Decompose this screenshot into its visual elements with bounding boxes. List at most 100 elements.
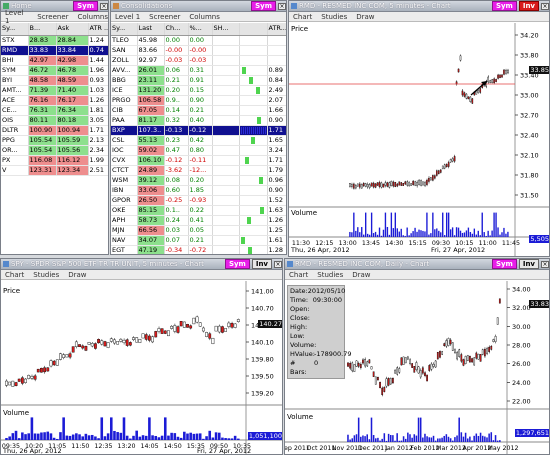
consol-row[interactable]: APH 58.73 0.24 0.41 1.26 (111, 215, 286, 226)
consol-row[interactable]: WSM 39.12 0.08 0.20 0.96 (111, 175, 286, 186)
spy-price-plot[interactable]: 141.00140.70140.40140.10139.80139.50139.… (1, 281, 283, 455)
quote-row[interactable]: BYI 48.58 48.59 0.93 (1, 75, 108, 86)
quote-row[interactable]: PPG 105.54 105.59 2.13 (1, 135, 108, 146)
quote-row[interactable]: AMT... 71.39 71.40 1.03 (1, 85, 108, 96)
menu-columns[interactable]: Columns (189, 13, 219, 21)
menu-level1[interactable]: Level 1 (115, 13, 140, 21)
tooltip-key: HValue: (290, 350, 315, 358)
consol-row[interactable]: IOC 59.02 0.47 0.80 3.24 (111, 145, 286, 156)
quote-symbol: V (1, 165, 29, 176)
symbol-button[interactable]: Sym (491, 259, 517, 269)
quote-row[interactable]: ACE 76.16 76.17 1.26 (1, 95, 108, 106)
consol-row[interactable]: NAV 34.07 0.07 0.21 1.61 (111, 235, 286, 246)
consol-row[interactable]: CSL 55.13 0.23 0.42 1.65 (111, 135, 286, 146)
menu-columns[interactable]: Columns (78, 13, 108, 21)
spy-chart-area[interactable]: Price 141.00140.70140.40140.10139.80139.… (1, 281, 283, 455)
volume-bar (469, 231, 472, 237)
symbol-button[interactable]: Sym (251, 1, 276, 11)
col-symbol[interactable]: Sy... (111, 23, 138, 36)
invert-button[interactable]: Inv (251, 259, 272, 269)
close-icon[interactable]: × (278, 2, 286, 10)
quote-row[interactable]: V 123.31 123.34 2.51 (1, 165, 108, 176)
volume-bar (33, 433, 37, 440)
menu-draw[interactable]: Draw (356, 13, 374, 21)
consol-row[interactable]: ZOLL 92.97 -0.03 -0.03 (111, 55, 286, 66)
consol-titlebar[interactable]: Consolidations Sym × (111, 1, 286, 12)
symbol-button[interactable]: Sym (224, 259, 250, 269)
rmd5-titlebar[interactable]: RMD - RESMED INC COM, 5 minutes - Chart … (289, 1, 549, 12)
col-sh[interactable]: SH... (212, 23, 240, 36)
volume-bar (392, 435, 394, 442)
volume-bar (473, 228, 476, 237)
consol-row[interactable]: AVV... 26.01 0.06 0.31 0.89 (111, 65, 286, 76)
menu-studies[interactable]: Studies (33, 271, 59, 279)
consol-row[interactable]: OKE 85.15 0.1.. 0.22 1.63 (111, 205, 286, 216)
menu-chart[interactable]: Chart (289, 271, 308, 279)
close-icon[interactable]: × (100, 2, 108, 10)
consol-row[interactable]: BXP 107.3.. -0.13 -0.12 1.71 (111, 125, 286, 136)
invert-button[interactable]: Inv (518, 1, 539, 11)
symbol-button[interactable]: Sym (73, 1, 98, 11)
tooltip-row: # Bars: 0 (290, 359, 342, 377)
rmdd-titlebar[interactable]: RMD - RESMED INC COM, Daily - Chart Sym … (285, 259, 549, 270)
menu-studies[interactable]: Studies (317, 271, 343, 279)
quote-row[interactable]: STX 28.83 28.84 1.24 (1, 35, 108, 46)
col-last[interactable]: Last (137, 23, 165, 36)
menu-screener[interactable]: Screener (149, 13, 180, 21)
quote-row[interactable]: SYM 46.72 46.78 1.96 (1, 65, 108, 76)
candle (205, 332, 208, 337)
consol-row[interactable]: GPOR 26.50 -0.25 -0.93 1.52 (111, 195, 286, 206)
consol-row[interactable]: EGT 47.19 -0.34 -0.72 1.28 (111, 245, 286, 254)
col-atr[interactable]: ATR ... (88, 23, 108, 36)
menu-chart[interactable]: Chart (293, 13, 312, 21)
candle (353, 183, 355, 189)
col-atr[interactable]: ATR... (267, 23, 286, 36)
col-change[interactable]: Ch... (164, 23, 189, 36)
col-ask[interactable]: Ask (56, 23, 89, 36)
quote-row[interactable]: BHI 42.97 42.98 1.44 (1, 55, 108, 66)
rmdd-chart-area[interactable]: 34.0032.0030.0028.0026.0024.0022.00Sep 2… (285, 281, 549, 454)
quote-row[interactable]: OIS 80.11 80.18 3.05 (1, 115, 108, 126)
col-symbol[interactable]: Sy... (1, 23, 29, 36)
close-icon[interactable]: × (541, 260, 549, 268)
rmd5-price-plot[interactable]: 34.2033.8033.4033.0032.7032.4032.1031.80… (289, 23, 550, 257)
quote-row[interactable]: DLTR 100.90 100.94 1.71 (1, 125, 108, 136)
quote-symbol: AMT... (1, 85, 29, 96)
consol-row[interactable]: CTCT 24.89 -3.62 -12... 1.79 (111, 165, 286, 176)
candle (436, 170, 438, 176)
consol-row[interactable]: TLEO 45.98 0.00 0.00 (111, 35, 286, 46)
menu-chart[interactable]: Chart (5, 271, 24, 279)
col-pct[interactable]: %... (188, 23, 213, 36)
consol-row[interactable]: MJN 66.56 0.03 0.05 1.25 (111, 225, 286, 236)
spy-titlebar[interactable]: SPY - SPDR S&P 500 ETF TR TR UNIT, 5 min… (1, 259, 282, 270)
invert-button[interactable]: Inv (518, 259, 539, 269)
close-icon[interactable]: × (541, 2, 549, 10)
rmd5-chart-area[interactable]: Price 34.20 33.80 33.40 33.00 32.70 32.40 32.1… (289, 23, 550, 257)
quote-row[interactable]: CE... 76.31 76.34 1.81 (1, 105, 108, 116)
consol-row[interactable]: BBG 23.11 0.21 0.91 0.84 (111, 75, 286, 86)
candle (483, 348, 486, 357)
consol-row[interactable]: SAN 83.66 -0.00 -0.00 (111, 45, 286, 56)
consol-row[interactable]: IBN 33.06 0.60 1.85 0.90 (111, 185, 286, 196)
menu-draw[interactable]: Draw (68, 271, 86, 279)
consol-sh (212, 95, 240, 106)
volume-bar (366, 434, 368, 442)
candle (398, 181, 401, 186)
candle (97, 339, 100, 344)
menu-draw[interactable]: Draw (352, 271, 370, 279)
consol-row[interactable]: CVX 106.10 -0.12 -0.11 1.71 (111, 155, 286, 166)
consol-row[interactable]: PRGO 106.58 0.9.. 0.90 2.07 (111, 95, 286, 106)
col-bid[interactable]: B... (28, 23, 57, 36)
quote-row[interactable]: PX 116.08 116.12 1.99 (1, 155, 108, 166)
close-icon[interactable]: × (274, 260, 282, 268)
menu-studies[interactable]: Studies (321, 13, 347, 21)
consol-row[interactable]: CIB 67.05 0.14 0.21 1.66 (111, 105, 286, 116)
volume-bar (463, 232, 466, 237)
quote-row[interactable]: OR... 105.54 105.56 2.34 (1, 145, 108, 156)
consol-row[interactable]: PAA 81.17 0.32 0.40 0.90 (111, 115, 286, 126)
quote-row[interactable]: RMD 33.83 33.84 0.74 (1, 45, 108, 56)
consol-row[interactable]: ICE 131.20 0.20 0.15 2.49 (111, 85, 286, 96)
col-spark[interactable] (239, 23, 268, 36)
menu-screener[interactable]: Screener (37, 13, 68, 21)
symbol-button[interactable]: Sym (491, 1, 517, 11)
